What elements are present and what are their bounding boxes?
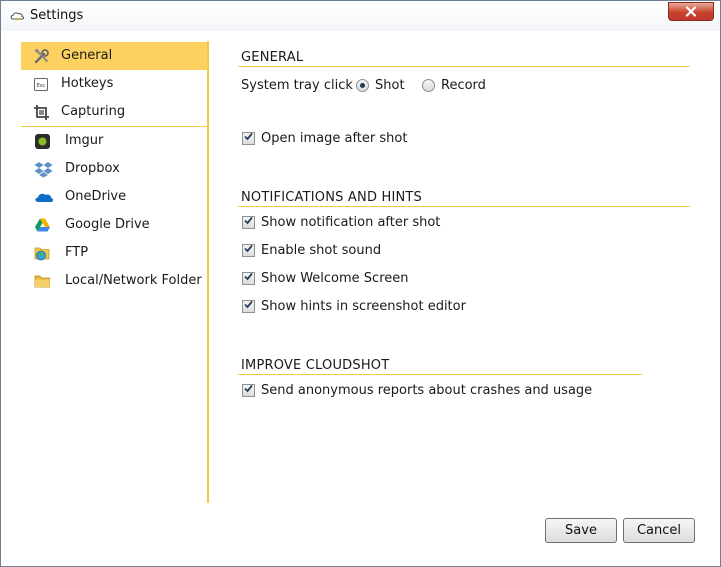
sidebar-item-label: Dropbox (65, 161, 120, 176)
checkbox-shot-sound[interactable] (242, 244, 255, 257)
sidebar-item-hotkeys[interactable]: Esc Hotkeys (21, 70, 207, 98)
close-icon (685, 6, 697, 17)
settings-window: Settings General Esc Hotkeys Capturing I… (0, 0, 721, 567)
radio-shot[interactable] (356, 79, 369, 92)
radio-record-label[interactable]: Record (441, 78, 486, 93)
svg-text:Esc: Esc (37, 83, 46, 89)
sidebar-item-local-folder[interactable]: Local/Network Folder (21, 267, 207, 295)
sidebar-item-label: Imgur (65, 133, 104, 148)
sidebar-item-ftp[interactable]: FTP (21, 239, 207, 267)
section-title-general: GENERAL (241, 50, 304, 65)
checkbox-editor-hints-label[interactable]: Show hints in screenshot editor (261, 299, 466, 314)
imgur-icon (34, 133, 51, 150)
checkbox-welcome-screen[interactable] (242, 272, 255, 285)
checkmark-icon (243, 383, 254, 398)
cloud-app-icon (9, 8, 25, 24)
google-drive-icon (34, 217, 51, 234)
dropbox-icon (34, 161, 53, 178)
checkbox-show-notification-label[interactable]: Show notification after shot (261, 215, 440, 230)
tray-click-label: System tray click (241, 78, 353, 93)
radio-shot-label[interactable]: Shot (375, 78, 405, 93)
checkmark-icon (243, 243, 254, 258)
checkmark-icon (243, 215, 254, 230)
sidebar: General Esc Hotkeys Capturing Imgur Drop… (21, 41, 209, 503)
crop-icon (33, 104, 50, 121)
checkmark-icon (243, 299, 254, 314)
sidebar-item-label: Capturing (61, 104, 126, 119)
checkbox-shot-sound-label[interactable]: Enable shot sound (261, 243, 381, 258)
sidebar-item-general[interactable]: General (21, 42, 207, 70)
folder-icon (34, 273, 51, 290)
onedrive-icon (34, 189, 54, 206)
checkbox-open-image-label[interactable]: Open image after shot (261, 131, 407, 146)
sidebar-item-onedrive[interactable]: OneDrive (21, 183, 207, 211)
section-divider (238, 206, 690, 207)
sidebar-item-label: Local/Network Folder (65, 273, 202, 288)
sidebar-item-dropbox[interactable]: Dropbox (21, 155, 207, 183)
ftp-globe-icon (34, 245, 51, 262)
sidebar-item-label: OneDrive (65, 189, 127, 204)
checkbox-anonymous-reports[interactable] (242, 384, 255, 397)
checkbox-anonymous-reports-label[interactable]: Send anonymous reports about crashes and… (261, 383, 592, 398)
sidebar-item-capturing[interactable]: Capturing (21, 98, 207, 126)
checkbox-open-image[interactable] (242, 132, 255, 145)
sidebar-item-label: Hotkeys (61, 76, 114, 91)
section-divider (238, 66, 690, 67)
checkbox-welcome-screen-label[interactable]: Show Welcome Screen (261, 271, 409, 286)
tools-icon (33, 48, 50, 65)
checkbox-editor-hints[interactable] (242, 300, 255, 313)
cancel-button[interactable]: Cancel (623, 518, 695, 543)
sidebar-item-label: FTP (65, 245, 89, 260)
sidebar-item-label: General (61, 48, 113, 63)
save-button[interactable]: Save (545, 518, 617, 543)
section-divider (238, 374, 642, 375)
section-title-notifications: NOTIFICATIONS AND HINTS (241, 190, 423, 205)
sidebar-item-google-drive[interactable]: Google Drive (21, 211, 207, 239)
radio-record[interactable] (422, 79, 435, 92)
window-title: Settings (30, 8, 84, 23)
checkmark-icon (243, 131, 254, 146)
sidebar-item-imgur[interactable]: Imgur (21, 127, 207, 155)
checkmark-icon (243, 271, 254, 286)
section-title-improve: IMPROVE CLOUDSHOT (241, 358, 390, 373)
sidebar-item-label: Google Drive (65, 217, 150, 232)
checkbox-show-notification[interactable] (242, 216, 255, 229)
title-bar[interactable]: Settings (1, 1, 720, 31)
esc-key-icon: Esc (33, 76, 50, 93)
close-button[interactable] (668, 2, 714, 21)
